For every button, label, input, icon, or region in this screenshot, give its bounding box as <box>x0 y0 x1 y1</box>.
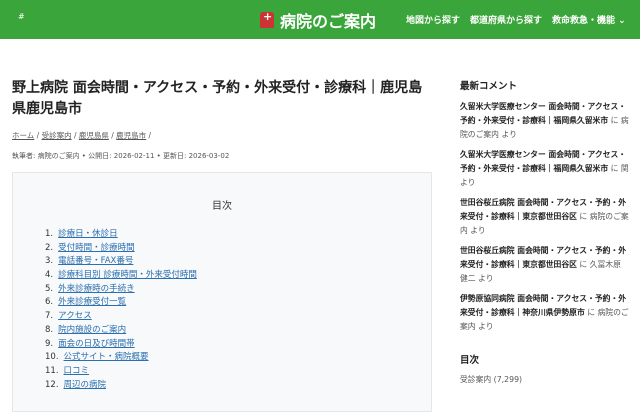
toc-item: 12. 周辺の病院 <box>45 379 197 393</box>
toc-item-link[interactable]: 外来診療受付一覧 <box>58 297 126 307</box>
page-title: 野上病院 面会時間・アクセス・予約・外来受付・診療科｜鹿児島県鹿児島市 <box>12 80 423 117</box>
toc-item-link[interactable]: 面会の日及び時間帯 <box>58 339 135 349</box>
toc-item-link[interactable]: 電話番号・FAX番号 <box>58 256 133 266</box>
toc-item-number: 11. <box>45 365 59 376</box>
toc-item: 5. 外来診療時の手続き <box>45 283 197 297</box>
comment-item: 久留米大学医療センター 面会時間・アクセス・予約・外来受付・診療科｜福岡県久留米… <box>460 100 632 142</box>
menu-hash[interactable]: # <box>18 12 25 21</box>
comment-item: 世田谷桜丘病院 面会時間・アクセス・予約・外来受付・診療科｜東京都世田谷区 に … <box>460 244 632 286</box>
nav-map-search[interactable]: 地図から探す <box>406 13 460 26</box>
site-header: # 病院のご案内 地図から探す 都道府県から探す 救命救急・機能 ⌄ <box>0 0 640 39</box>
table-of-contents: 目次 1. 診療日・休診日 2. 受付時間・診療時間 3. 電話番号・FAX番号 4. 診療科… <box>12 172 432 412</box>
toc-item-link[interactable]: 院内施設のご案内 <box>58 325 126 335</box>
toc-item: 9. 面会の日及び時間帯 <box>45 338 197 352</box>
breadcrumb: ホーム / 受診案内 / 鹿児島県 / 鹿児島市 / <box>12 131 152 140</box>
toc-item-number: 4. <box>45 270 54 281</box>
toc-item-link[interactable]: 公式サイト・病院概要 <box>64 352 149 362</box>
toc-item: 10. 公式サイト・病院概要 <box>45 351 197 365</box>
breadcrumb-city[interactable]: 鹿児島市 <box>116 131 146 140</box>
toc-item-link[interactable]: 周辺の病院 <box>64 380 107 390</box>
toc-item-number: 9. <box>45 338 54 349</box>
recent-comments-title: 最新コメント <box>460 81 518 92</box>
toc-item: 2. 受付時間・診療時間 <box>45 242 197 256</box>
toc-item: 4. 診療科目別 診療時間・外来受付時間 <box>45 269 197 283</box>
comment-item: 久留米大学医療センター 面会時間・アクセス・予約・外来受付・診療科｜福岡県久留米… <box>460 148 632 190</box>
toc-item-number: 8. <box>45 324 54 335</box>
toc-item: 8. 院内施設のご案内 <box>45 324 197 338</box>
toc-item-number: 3. <box>45 256 54 267</box>
hospital-icon <box>260 10 274 28</box>
toc-item: 11. 口コミ <box>45 365 197 379</box>
toc-item-number: 1. <box>45 229 54 239</box>
toc-item: 3. 電話番号・FAX番号 <box>45 255 197 269</box>
toc-item-number: 10. <box>45 352 59 363</box>
site-title: 病院のご案内 <box>280 12 377 31</box>
toc-item-link[interactable]: 外来診療時の手続き <box>58 284 135 294</box>
article-header: 野上病院 面会時間・アクセス・予約・外来受付・診療科｜鹿児島県鹿児島市 ホーム … <box>12 78 432 161</box>
category-link[interactable]: 受診案内 (7,299) <box>460 374 632 385</box>
toc-item-number: 12. <box>45 379 59 390</box>
sidebar-toc-title: 目次 <box>460 355 480 366</box>
comment-item: 伊勢原協同病院 面会時間・アクセス・予約・外来受付・診療科｜神奈川県伊勢原市 に… <box>460 292 632 334</box>
toc-item-number: 6. <box>45 297 54 308</box>
toc-list: 1. 診療日・休診日 2. 受付時間・診療時間 3. 電話番号・FAX番号 4. 診療科目別 … <box>45 228 197 392</box>
toc-item-number: 5. <box>45 283 54 294</box>
recent-comments: 久留米大学医療センター 面会時間・アクセス・予約・外来受付・診療科｜福岡県久留米… <box>460 100 632 334</box>
comment-post-link[interactable]: 久留米大学医療センター 面会時間・アクセス・予約・外来受付・診療科｜福岡県久留米… <box>460 150 626 173</box>
toc-title: 目次 <box>212 201 232 212</box>
breadcrumb-category[interactable]: 受診案内 <box>42 131 72 140</box>
toc-item-link[interactable]: 診療日・休診日 <box>58 229 118 239</box>
main-nav: 地図から探す 都道府県から探す 救命救急・機能 ⌄ <box>406 13 626 26</box>
sidebar: 最新コメント 久留米大学医療センター 面会時間・アクセス・予約・外来受付・診療科… <box>460 78 632 385</box>
toc-item-link[interactable]: 口コミ <box>64 366 90 376</box>
comment-post-link[interactable]: 久留米大学医療センター 面会時間・アクセス・予約・外来受付・診療科｜福岡県久留米… <box>460 102 626 125</box>
breadcrumb-prefecture[interactable]: 鹿児島県 <box>79 131 109 140</box>
post-meta: 執筆者: 病院のご案内 • 公開日: 2026-02-11 • 更新日: 202… <box>12 152 230 160</box>
nav-prefecture-search[interactable]: 都道府県から探す <box>470 13 542 26</box>
toc-item: 7. アクセス <box>45 310 197 324</box>
toc-item-number: 2. <box>45 242 54 253</box>
comment-item: 世田谷桜丘病院 面会時間・アクセス・予約・外来受付・診療科｜東京都世田谷区 に … <box>460 196 632 238</box>
breadcrumb-home[interactable]: ホーム <box>12 131 34 140</box>
toc-item: 6. 外来診療受付一覧 <box>45 296 197 310</box>
nav-emergency-dropdown[interactable]: 救命救急・機能 ⌄ <box>552 13 626 26</box>
toc-item-number: 7. <box>45 311 54 322</box>
toc-item-link[interactable]: 診療科目別 診療時間・外来受付時間 <box>58 270 197 280</box>
toc-item-link[interactable]: アクセス <box>58 311 92 321</box>
toc-item-link[interactable]: 受付時間・診療時間 <box>58 243 135 253</box>
site-logo[interactable]: 病院のご案内 <box>260 8 376 32</box>
toc-item: 1. 診療日・休診日 <box>45 228 197 242</box>
